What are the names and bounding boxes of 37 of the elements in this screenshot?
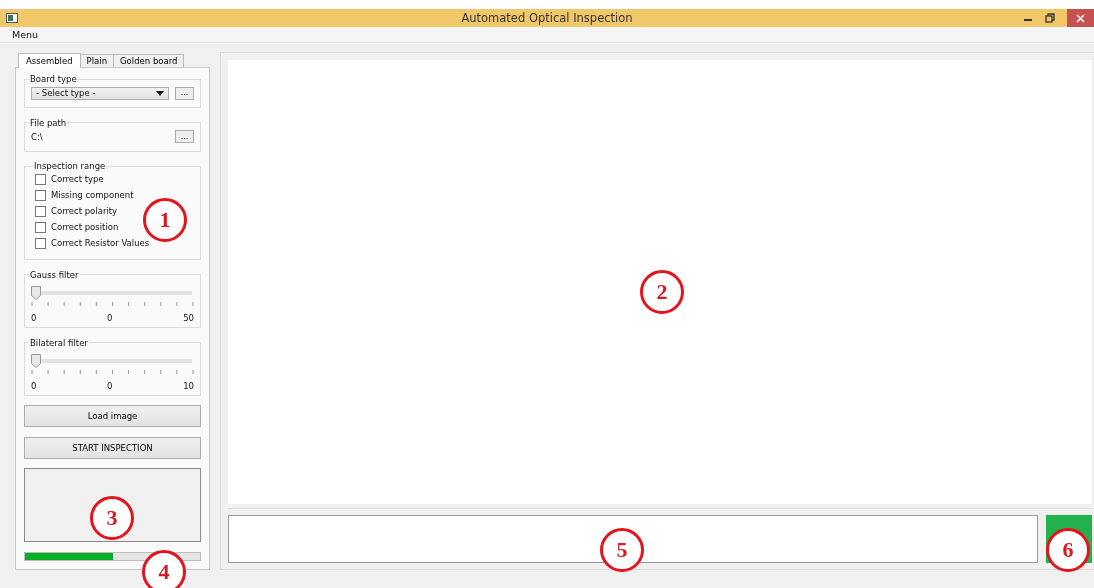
browse-button[interactable]: ...	[175, 86, 194, 100]
menu-item[interactable]: Menu	[12, 29, 39, 40]
start-inspection-button[interactable]: START INSPECTION	[24, 436, 201, 459]
slider-min-label: 0	[31, 312, 37, 323]
load-image-button[interactable]: Load image	[24, 405, 201, 428]
group-title: Gauss filter	[29, 269, 80, 280]
board-type-dropdown[interactable]: - Select type -	[31, 86, 169, 100]
tab[interactable]: Golden board	[113, 54, 185, 67]
group-title: Inspection range	[33, 161, 107, 172]
checkbox[interactable]	[35, 205, 46, 217]
slider-handle[interactable]	[31, 285, 41, 300]
close-button[interactable]	[1067, 9, 1094, 27]
checkbox[interactable]	[35, 237, 46, 249]
checkbox[interactable]	[35, 189, 46, 201]
group-title: Board type	[29, 74, 78, 84]
tab[interactable]: Assembled	[18, 53, 81, 68]
slider-handle[interactable]	[31, 353, 41, 368]
slider-value: 0	[107, 312, 113, 323]
group-title: File path	[29, 117, 68, 128]
group-title: Bilateral filter	[29, 337, 89, 348]
restore-icon[interactable]	[1045, 13, 1055, 23]
slider-max-label: 10	[183, 380, 194, 391]
slider-value: 0	[107, 380, 113, 391]
checkbox-label: Correct position	[51, 222, 119, 233]
checkbox-label: Correct type	[51, 174, 104, 185]
file-path-text: C:\	[31, 131, 44, 142]
close-icon	[1076, 13, 1085, 23]
app-icon	[6, 13, 18, 23]
slider-max-label: 50	[183, 312, 194, 323]
checkbox-label: Correct polarity	[51, 206, 118, 217]
slider-min-label: 0	[31, 380, 37, 391]
checkbox-label: Missing component	[51, 190, 134, 201]
checkbox[interactable]	[35, 173, 46, 185]
checkbox[interactable]	[35, 221, 46, 233]
window-title: Automated Optical Inspection	[461, 11, 633, 25]
browse-button[interactable]: ...	[175, 130, 194, 144]
dropdown-arrow-icon	[156, 90, 164, 96]
